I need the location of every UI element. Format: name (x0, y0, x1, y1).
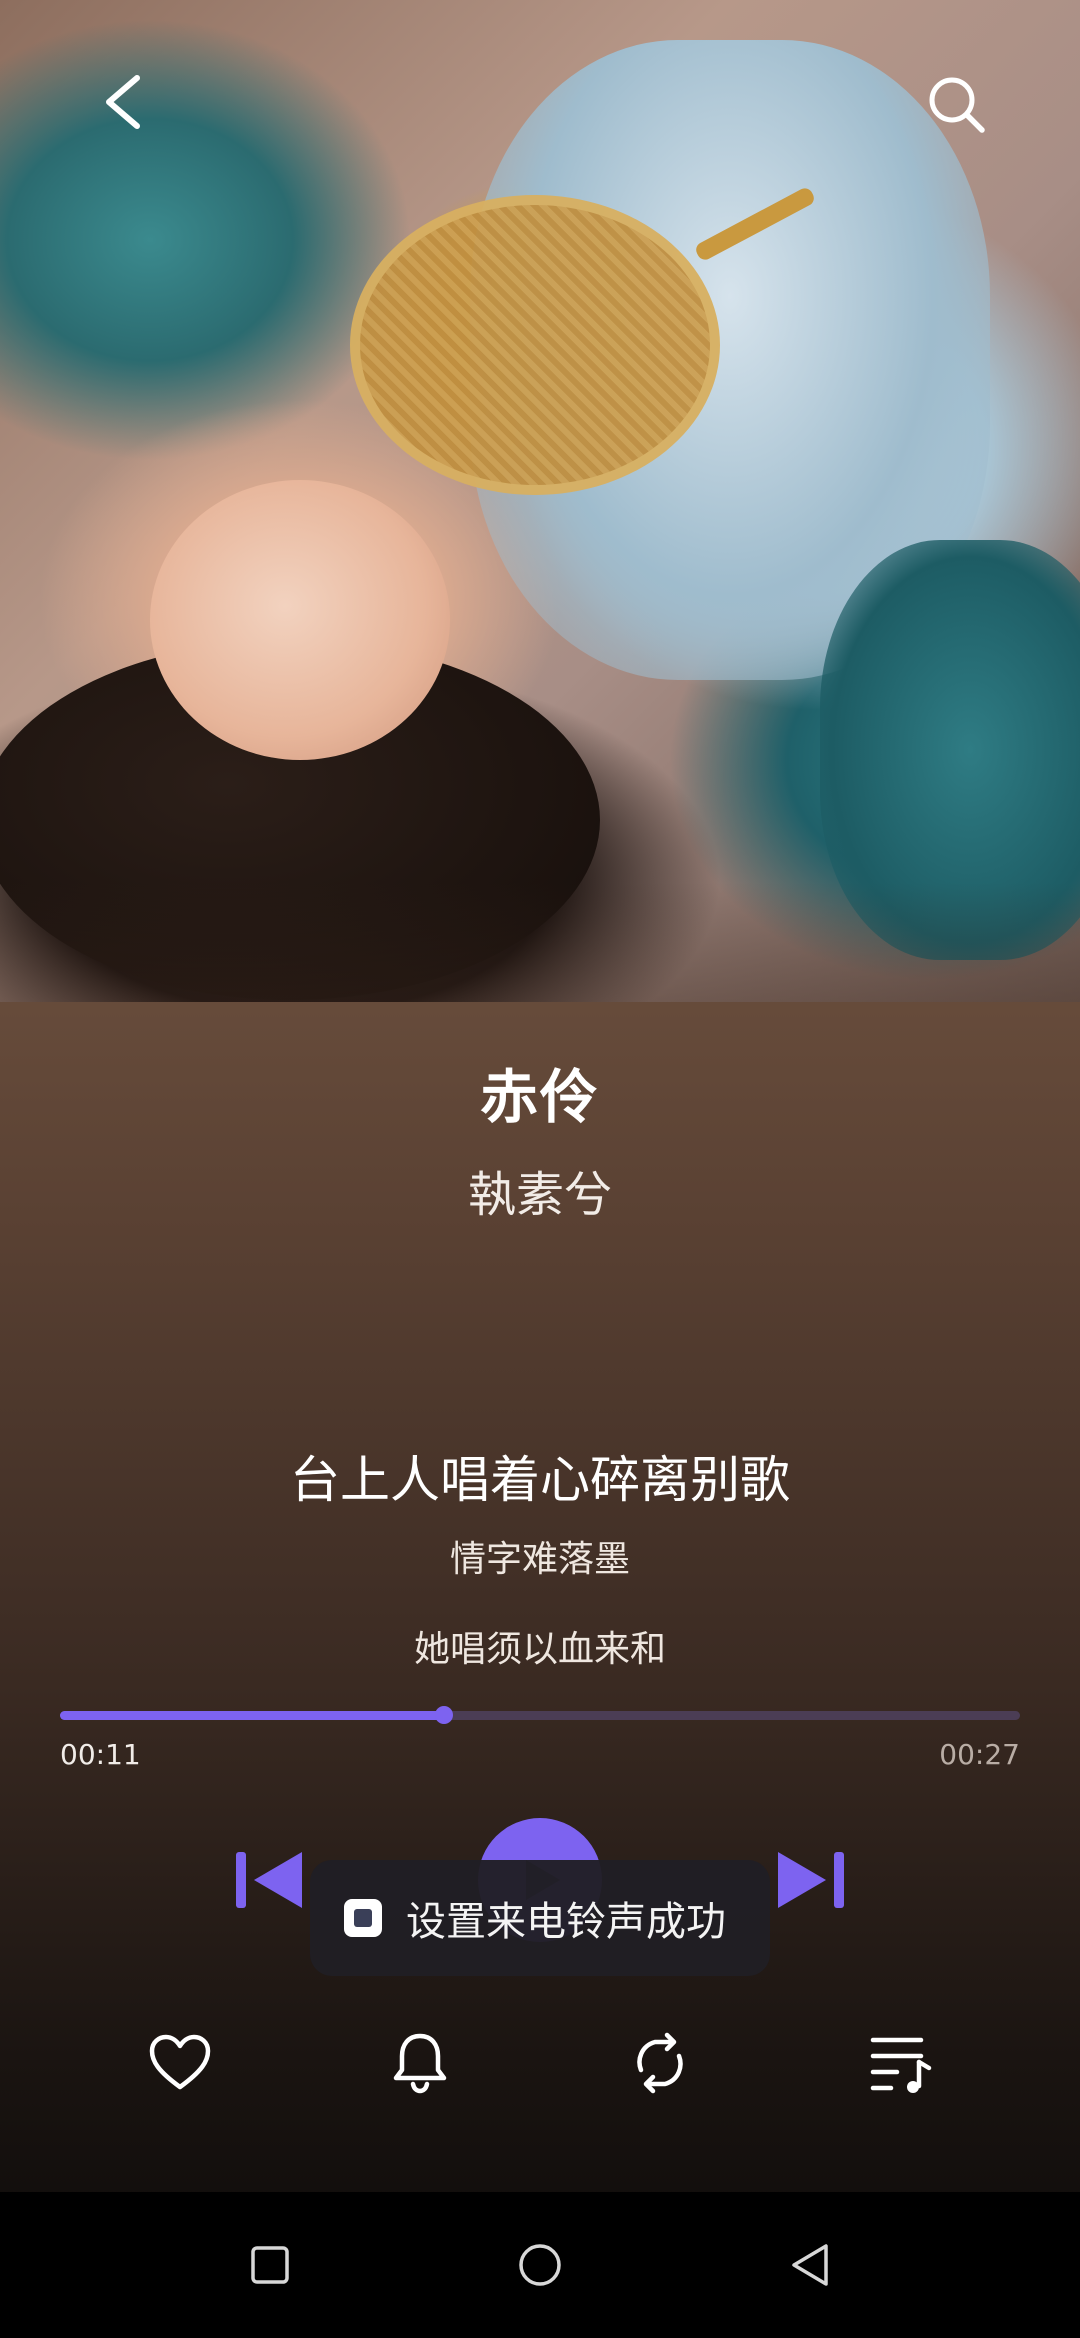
like-button[interactable] (142, 2028, 218, 2098)
circle-icon (519, 2244, 561, 2286)
progress-slider[interactable] (60, 1706, 1020, 1724)
search-icon (929, 77, 985, 133)
total-time: 00:27 (939, 1738, 1020, 1771)
lyric-line-next[interactable]: 情字难落墨 (0, 1530, 1080, 1582)
square-icon (251, 2246, 289, 2284)
album-cover-image (0, 0, 1080, 1002)
chevron-left-icon (106, 75, 140, 129)
skip-next-icon (778, 1852, 844, 1908)
lyric-line-following[interactable]: 她唱须以血来和 (0, 1620, 1080, 1672)
app-icon (344, 1899, 382, 1937)
set-ringtone-button[interactable] (382, 2028, 458, 2098)
skip-previous-icon (236, 1852, 302, 1908)
back-button[interactable] (90, 70, 154, 134)
home-button[interactable] (510, 2230, 570, 2300)
system-back-button[interactable] (780, 2230, 840, 2300)
toast-notification: 设置来电铃声成功 (310, 1860, 770, 1976)
toast-message: 设置来电铃声成功 (406, 1899, 726, 1945)
triangle-back-icon (792, 2244, 828, 2286)
recent-apps-button[interactable] (240, 2230, 300, 2300)
lyric-line-current[interactable]: 台上人唱着心碎离别歌 (0, 1440, 1080, 1512)
repeat-mode-button[interactable] (622, 2028, 698, 2098)
previous-track-button[interactable] (230, 1840, 310, 1920)
search-button[interactable] (922, 70, 992, 140)
playlist-button[interactable] (864, 2028, 940, 2098)
elapsed-time: 00:11 (60, 1738, 141, 1771)
next-track-button[interactable] (770, 1840, 850, 1920)
song-title: 赤伶 (479, 1063, 600, 1131)
bell-icon (393, 2033, 447, 2094)
song-artist: 執素兮 (467, 1167, 612, 1223)
progress-fill (60, 1711, 444, 1720)
progress-thumb[interactable] (435, 1706, 453, 1724)
playlist-icon (870, 2037, 932, 2093)
repeat-icon (637, 2032, 683, 2094)
heart-icon (149, 2034, 211, 2090)
